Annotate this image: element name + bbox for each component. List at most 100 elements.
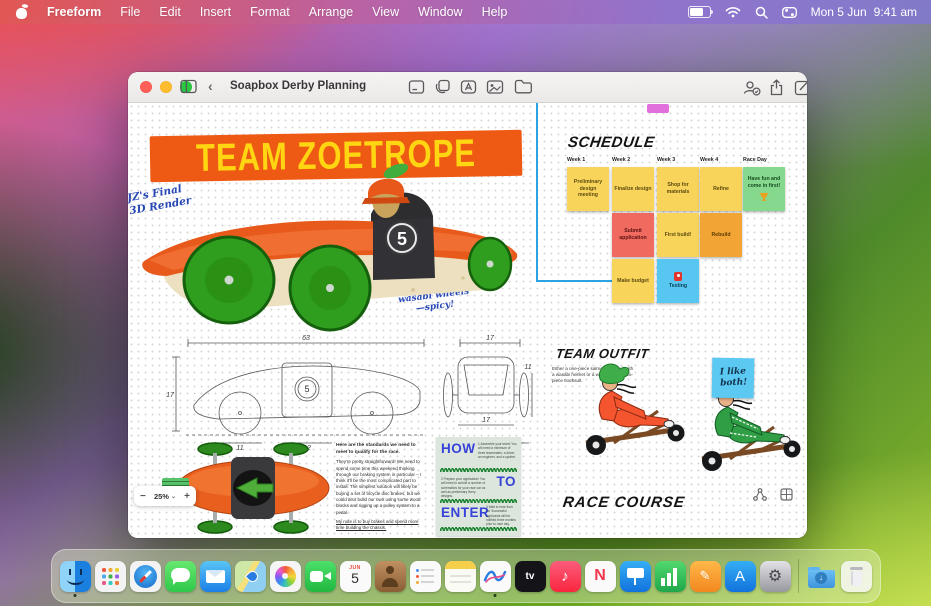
rider-illustration-salmon[interactable] [580, 363, 692, 461]
menu-insert[interactable]: Insert [200, 5, 231, 19]
dock-trash[interactable] [841, 561, 872, 592]
connector-line-vertical[interactable] [536, 103, 538, 281]
i-like-both-sticky[interactable]: I like both! [712, 358, 755, 399]
team-outfit-heading[interactable]: TEAM OUTFIT [555, 346, 650, 361]
dock-maps[interactable] [235, 561, 266, 592]
dock-downloads[interactable]: ↓ [806, 561, 837, 592]
dock-calendar[interactable]: JUN5 [340, 561, 371, 592]
dock-appletv[interactable]: tv [515, 561, 546, 592]
collaborate-icon[interactable] [742, 79, 759, 96]
zoom-in-button[interactable]: + [184, 491, 190, 502]
dock-launchpad[interactable] [95, 561, 126, 592]
sticky-note[interactable]: Testing [657, 259, 699, 303]
close-button[interactable] [140, 81, 152, 93]
control-center-icon[interactable] [782, 7, 797, 18]
dock-freeform[interactable] [480, 561, 511, 592]
car-3d-render[interactable]: 5 [133, 158, 523, 336]
menu-edit[interactable]: Edit [159, 5, 181, 19]
dock-finder[interactable] [60, 561, 91, 592]
connect-diagram-icon[interactable] [753, 488, 767, 501]
dock-pages[interactable]: ✎ [690, 561, 721, 592]
poster-braid-3 [440, 527, 517, 531]
standards-body: They're pretty straightforward! We need … [336, 459, 426, 516]
sticky-note[interactable]: Make budget [612, 259, 654, 303]
sticky-note[interactable]: Submit application [612, 213, 654, 257]
new-board-icon[interactable] [794, 79, 807, 96]
menu-app-name[interactable]: Freeform [47, 5, 101, 19]
dock-reminders[interactable] [410, 561, 441, 592]
dock-news[interactable]: N [585, 561, 616, 592]
desktop: Freeform File Edit Insert Format Arrange… [0, 0, 931, 606]
finder-icon [60, 561, 91, 592]
spotlight-search-icon[interactable] [755, 6, 768, 19]
menu-view[interactable]: View [372, 5, 399, 19]
sticky-note[interactable]: First build! [657, 213, 699, 257]
menu-arrange[interactable]: Arrange [309, 5, 353, 19]
safari-icon [130, 561, 161, 592]
dock-music[interactable]: ♪ [550, 561, 581, 592]
standards-note: My note is to buy brakes and spend more … [336, 519, 426, 532]
dock-notes[interactable] [445, 561, 476, 592]
dock-settings[interactable]: ⚙ [760, 561, 791, 592]
shapes-tool-icon[interactable] [434, 79, 451, 96]
calendar-icon: JUN5 [340, 561, 371, 592]
menu-file[interactable]: File [120, 5, 140, 19]
apple-menu-icon[interactable] [16, 5, 28, 19]
schedule-heading[interactable]: SCHEDULE [567, 134, 656, 151]
sticky-note[interactable]: Have fun and come in first! [743, 167, 785, 211]
sidebar-toggle-icon[interactable] [180, 79, 197, 96]
menu-clock[interactable]: Mon 5 Jun 9:41 am [811, 5, 917, 19]
board-canvas[interactable]: TEAM ZOETROPE JZ's Final 3D Render Love … [128, 103, 807, 538]
blueprint-drawing[interactable]: 63 17 11 12 17 11 17 24 5 [166, 329, 534, 451]
poster-step-2: 2 Prepare your application! You will nee… [441, 477, 487, 499]
minimize-button[interactable] [160, 81, 172, 93]
grid-view-icon[interactable] [780, 488, 793, 501]
schedule-col-week1: Week 1 [567, 157, 609, 163]
sticky-note[interactable]: Rebuild [700, 213, 742, 257]
dock-safari[interactable] [130, 561, 161, 592]
media-tool-icon[interactable] [486, 79, 503, 96]
dock-appstore[interactable]: A [725, 561, 756, 592]
schedule-col-week3: Week 3 [657, 157, 699, 163]
insert-file-tool-icon[interactable] [514, 79, 531, 96]
sticky-note[interactable]: Preliminary design meeting [567, 167, 609, 211]
schedule-col-week2: Week 2 [612, 157, 654, 163]
svg-text:17: 17 [486, 335, 495, 342]
menu-help[interactable]: Help [482, 5, 508, 19]
dock-facetime[interactable] [305, 561, 336, 592]
standards-text-block[interactable]: Here are the standards we need to meet t… [336, 443, 426, 531]
connector-line-horizontal[interactable] [536, 280, 613, 282]
how-to-enter-poster[interactable]: HOW 1 Assemble your team! You will need … [436, 437, 521, 536]
sticky-note-tool-icon[interactable] [408, 79, 425, 96]
chevron-down-icon: ⌄ [171, 493, 176, 500]
launchpad-icon [95, 561, 126, 592]
contacts-icon [375, 561, 406, 592]
share-icon[interactable] [769, 79, 786, 96]
svg-text:63: 63 [302, 335, 310, 342]
zoom-out-button[interactable]: − [140, 491, 146, 502]
dock-keynote[interactable] [620, 561, 651, 592]
car-top-view-render[interactable] [173, 439, 333, 538]
zoom-control: − 25% ⌄ + [134, 486, 196, 506]
text-tool-icon[interactable] [460, 79, 477, 96]
sticky-note[interactable]: Finalize design [612, 167, 654, 211]
menu-window[interactable]: Window [418, 5, 462, 19]
dock-messages[interactable] [165, 561, 196, 592]
dock-contacts[interactable] [375, 561, 406, 592]
sticky-note[interactable]: Refine [700, 167, 742, 211]
zoom-level[interactable]: 25% ⌄ [154, 492, 176, 501]
window-titlebar: ‹ Soapbox Derby Planning [128, 72, 807, 103]
dock-divider [798, 559, 799, 593]
back-chevron[interactable]: ‹ [208, 78, 213, 94]
board-title[interactable]: Soapbox Derby Planning [230, 80, 366, 92]
standards-heading: Here are the standards we need to meet t… [336, 443, 426, 456]
dock-mail[interactable] [200, 561, 231, 592]
freeform-window: ‹ Soapbox Derby Planning [128, 72, 807, 538]
race-course-heading[interactable]: RACE COURSE [562, 494, 686, 511]
dock-numbers[interactable] [655, 561, 686, 592]
battery-icon[interactable] [688, 6, 711, 18]
menu-format[interactable]: Format [250, 5, 290, 19]
wifi-icon[interactable] [725, 6, 741, 18]
sticky-note[interactable]: Shop for materials [657, 167, 699, 211]
dock-photos[interactable] [270, 561, 301, 592]
